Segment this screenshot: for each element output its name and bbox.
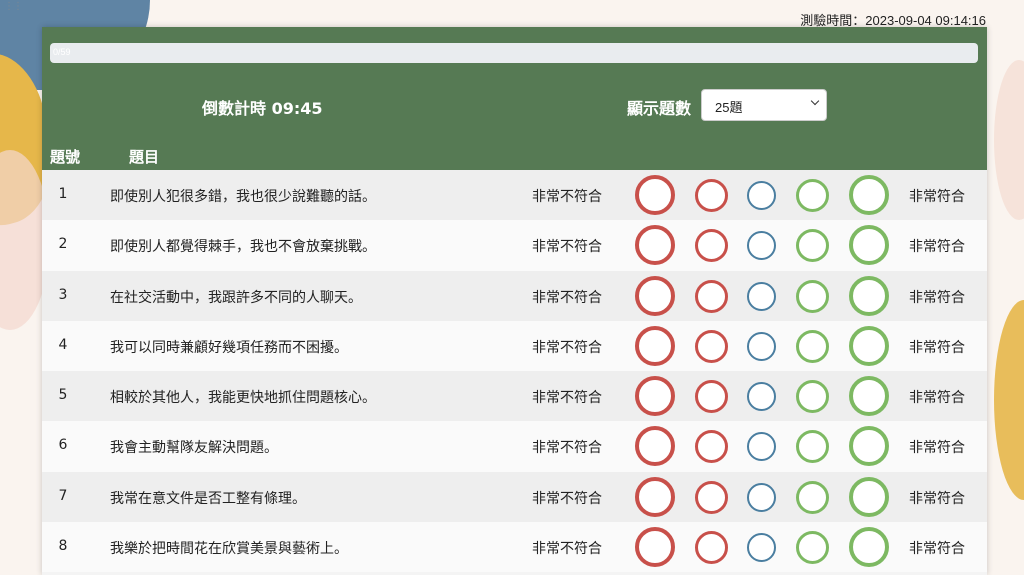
question-text: 我樂於把時間花在欣賞美景與藝術上。 [110, 541, 348, 558]
option-strongly-disagree[interactable] [635, 376, 675, 417]
background-shape-peach [994, 60, 1024, 220]
option-agree[interactable] [796, 279, 829, 313]
column-header-number: 題號 [50, 148, 81, 166]
question-text: 我常在意文件是否工整有條理。 [110, 490, 306, 507]
option-neutral[interactable] [747, 482, 776, 512]
questionnaire-panel: 0/59 倒數計時 09:45 顯示題數 25題 題號 題目 1 即使別人犯很多錯… [42, 27, 987, 575]
question-row: 7 我常在意文件是否工整有條理。 非常不符合 非常符合 [42, 471, 987, 523]
questionnaire-header: 0/59 倒數計時 09:45 顯示題數 25題 題號 題目 [42, 27, 987, 170]
scale-low-label: 非常不符合 [532, 339, 602, 356]
scale-low-label: 非常不符合 [532, 490, 602, 507]
scale-low-label: 非常不符合 [532, 390, 602, 407]
option-neutral[interactable] [747, 533, 776, 563]
option-strongly-agree[interactable] [849, 426, 889, 467]
option-strongly-agree[interactable] [849, 376, 889, 417]
question-number: 8 [58, 538, 68, 555]
question-row: 4 我可以同時兼顧好幾項任務而不困擾。 非常不符合 非常符合 [42, 320, 987, 372]
question-text: 即使別人都覺得棘手，我也不會放棄挑戰。 [110, 239, 376, 256]
question-text: 在社交活動中，我跟許多不同的人聊天。 [110, 289, 362, 306]
option-strongly-disagree[interactable] [635, 476, 675, 517]
option-neutral[interactable] [747, 382, 776, 412]
option-agree[interactable] [796, 531, 829, 565]
scale-high-label: 非常符合 [909, 239, 965, 256]
option-disagree[interactable] [695, 480, 728, 514]
question-number: 2 [58, 236, 68, 253]
option-neutral[interactable] [747, 432, 776, 462]
option-strongly-disagree[interactable] [635, 426, 675, 467]
chevron-down-icon [810, 96, 820, 106]
question-list: 1 即使別人犯很多錯，我也很少說難聽的話。 非常不符合 非常符合 2 即使別人都覺得棘手，… [42, 170, 987, 573]
option-strongly-disagree[interactable] [635, 527, 675, 568]
option-neutral[interactable] [747, 281, 776, 311]
question-number: 3 [58, 286, 68, 303]
option-disagree[interactable] [695, 380, 728, 414]
option-strongly-agree[interactable] [849, 225, 889, 266]
question-text: 我會主動幫隊友解決問題。 [110, 440, 278, 457]
question-number: 4 [58, 336, 68, 353]
question-row: 3 在社交活動中，我跟許多不同的人聊天。 非常不符合 非常符合 [42, 270, 987, 321]
countdown-timer: 倒數計時 09:45 [202, 99, 323, 118]
option-disagree[interactable] [695, 531, 728, 565]
question-row: 8 我樂於把時間花在欣賞美景與藝術上。 非常不符合 非常符合 [42, 522, 987, 573]
scale-low-label: 非常不符合 [532, 189, 602, 205]
scale-low-label: 非常不符合 [532, 239, 602, 256]
option-strongly-agree[interactable] [849, 325, 889, 366]
option-strongly-disagree[interactable] [635, 275, 675, 316]
option-disagree[interactable] [695, 229, 728, 263]
progress-bar: 0/59 [50, 43, 978, 63]
question-text: 即使別人犯很多錯，我也很少說難聽的話。 [110, 189, 376, 205]
option-agree[interactable] [796, 329, 829, 363]
option-strongly-disagree[interactable] [635, 175, 675, 215]
question-count-value: 25題 [715, 100, 743, 115]
scale-high-label: 非常符合 [909, 189, 965, 205]
question-row: 2 即使別人都覺得棘手，我也不會放棄挑戰。 非常不符合 非常符合 [42, 220, 987, 271]
scale-low-label: 非常不符合 [532, 440, 602, 457]
scale-high-label: 非常符合 [909, 339, 965, 356]
option-neutral[interactable] [747, 181, 776, 210]
question-number: 1 [58, 186, 68, 202]
option-strongly-agree[interactable] [849, 476, 889, 517]
option-neutral[interactable] [747, 231, 776, 261]
scale-high-label: 非常符合 [909, 440, 965, 457]
question-count-select[interactable]: 25題 [701, 89, 827, 121]
option-agree[interactable] [796, 179, 829, 212]
option-disagree[interactable] [695, 329, 728, 363]
scale-low-label: 非常不符合 [532, 289, 602, 306]
question-count-label: 顯示題數 [627, 99, 692, 118]
question-number: 6 [58, 437, 68, 454]
option-agree[interactable] [796, 380, 829, 414]
question-row: 6 我會主動幫隊友解決問題。 非常不符合 非常符合 [42, 421, 987, 472]
option-agree[interactable] [796, 480, 829, 514]
scale-high-label: 非常符合 [909, 490, 965, 507]
scale-high-label: 非常符合 [909, 541, 965, 558]
question-number: 7 [58, 487, 68, 504]
scale-low-label: 非常不符合 [532, 541, 602, 558]
question-number: 5 [58, 387, 68, 404]
option-strongly-disagree[interactable] [635, 325, 675, 366]
option-strongly-agree[interactable] [849, 527, 889, 568]
scale-high-label: 非常符合 [909, 390, 965, 407]
question-text: 我可以同時兼顧好幾項任務而不困擾。 [110, 339, 348, 356]
option-disagree[interactable] [695, 179, 728, 212]
option-strongly-agree[interactable] [849, 275, 889, 316]
progress-text: 0/59 [53, 47, 71, 57]
question-row: 1 即使別人犯很多錯，我也很少說難聽的話。 非常不符合 非常符合 [42, 170, 987, 221]
question-row: 5 相較於其他人，我能更快地抓住問題核心。 非常不符合 非常符合 [42, 371, 987, 422]
option-agree[interactable] [796, 430, 829, 464]
option-disagree[interactable] [695, 430, 728, 464]
scale-high-label: 非常符合 [909, 289, 965, 306]
option-neutral[interactable] [747, 331, 776, 361]
grid-handle-icon: ⋮⋮ [4, 1, 23, 12]
column-header-question: 題目 [129, 148, 160, 166]
question-text: 相較於其他人，我能更快地抓住問題核心。 [110, 390, 376, 407]
option-agree[interactable] [796, 229, 829, 263]
option-disagree[interactable] [695, 279, 728, 313]
option-strongly-agree[interactable] [849, 175, 889, 215]
option-strongly-disagree[interactable] [635, 225, 675, 266]
background-shape-yellow-right [994, 300, 1024, 500]
